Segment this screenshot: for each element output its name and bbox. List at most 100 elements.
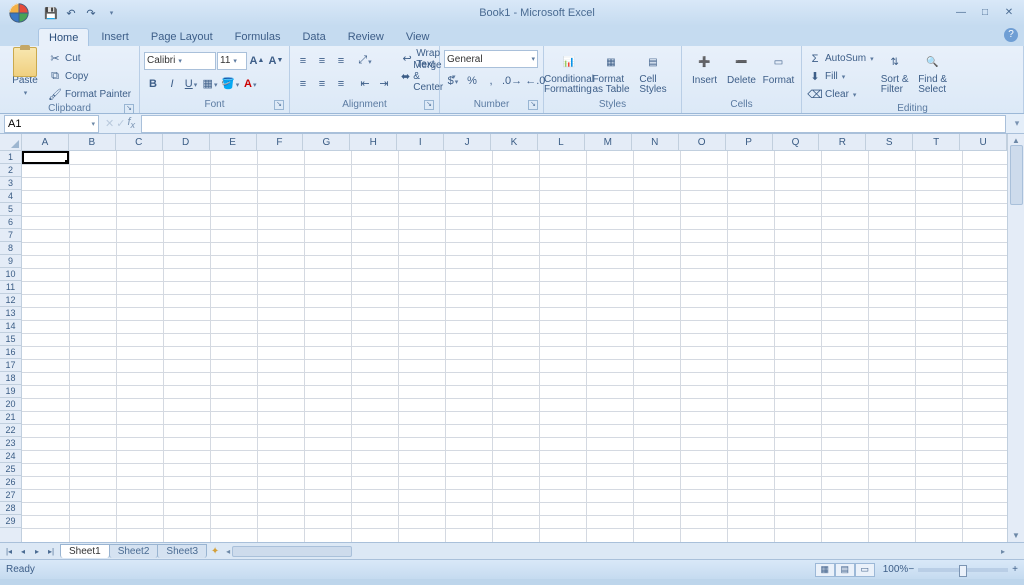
font-color-button[interactable]: A <box>241 75 259 93</box>
column-headers[interactable]: ABCDEFGHIJKLMNOPQRSTU <box>22 134 1007 151</box>
align-top-button[interactable]: ≡ <box>294 52 312 70</box>
align-left-button[interactable]: ≡ <box>294 75 312 93</box>
insert-sheet-button[interactable]: ✦ <box>206 546 224 557</box>
cut-button[interactable]: ✂Cut <box>46 50 133 67</box>
row-header[interactable]: 25 <box>0 463 21 476</box>
tab-formulas[interactable]: Formulas <box>225 28 291 46</box>
format-as-table-button[interactable]: ▦Format as Table <box>590 48 632 95</box>
row-header[interactable]: 1 <box>0 151 21 164</box>
column-header[interactable]: O <box>679 134 726 150</box>
column-header[interactable]: R <box>819 134 866 150</box>
select-all-button[interactable] <box>0 134 22 151</box>
row-headers[interactable]: 1234567891011121314151617181920212223242… <box>0 151 22 542</box>
expand-formula-bar[interactable]: ▾ <box>1010 118 1024 129</box>
zoom-in-button[interactable]: + <box>1012 564 1018 575</box>
row-header[interactable]: 4 <box>0 190 21 203</box>
underline-button[interactable]: U <box>182 75 200 93</box>
align-bottom-button[interactable]: ≡ <box>332 52 350 70</box>
row-header[interactable]: 20 <box>0 398 21 411</box>
accounting-format-button[interactable]: $ <box>444 72 462 90</box>
vscroll-thumb[interactable] <box>1010 145 1023 205</box>
horizontal-scrollbar[interactable]: ◂ ▸ <box>224 546 1007 557</box>
row-header[interactable]: 18 <box>0 372 21 385</box>
first-sheet-button[interactable]: |◂ <box>2 547 16 556</box>
font-name-combo[interactable]: Calibri▾ <box>144 52 216 70</box>
page-break-view-button[interactable]: ▭ <box>855 563 875 577</box>
alignment-dialog-launcher[interactable]: ↘ <box>424 100 434 110</box>
tab-data[interactable]: Data <box>292 28 335 46</box>
sheet-tab-sheet2[interactable]: Sheet2 <box>109 544 159 558</box>
active-cell[interactable] <box>22 151 69 164</box>
column-header[interactable]: K <box>491 134 538 150</box>
column-header[interactable]: F <box>257 134 304 150</box>
scroll-left-icon[interactable]: ◂ <box>226 547 230 556</box>
prev-sheet-button[interactable]: ◂ <box>16 547 30 556</box>
zoom-slider[interactable] <box>918 568 1008 572</box>
page-layout-view-button[interactable]: ▤ <box>835 563 855 577</box>
comma-button[interactable]: , <box>482 72 500 90</box>
name-box[interactable]: A1▾ <box>4 115 99 133</box>
clipboard-dialog-launcher[interactable]: ↘ <box>124 104 134 114</box>
tab-view[interactable]: View <box>396 28 440 46</box>
sort-filter-button[interactable]: ⇅Sort & Filter <box>876 48 914 95</box>
format-cells-button[interactable]: ▭Format <box>760 48 797 86</box>
normal-view-button[interactable]: ▦ <box>815 563 835 577</box>
zoom-level[interactable]: 100% <box>883 564 909 575</box>
fill-color-button[interactable]: 🪣 <box>220 75 240 93</box>
copy-button[interactable]: ⧉Copy <box>46 68 133 85</box>
last-sheet-button[interactable]: ▸| <box>44 547 58 556</box>
find-select-button[interactable]: 🔍Find & Select <box>914 48 952 95</box>
format-painter-button[interactable]: 🖌Format Painter <box>46 86 133 103</box>
column-header[interactable]: U <box>960 134 1007 150</box>
percent-button[interactable]: % <box>463 72 481 90</box>
column-header[interactable]: M <box>585 134 632 150</box>
column-header[interactable]: A <box>22 134 69 150</box>
sheet-tab-sheet3[interactable]: Sheet3 <box>157 544 207 558</box>
column-header[interactable]: I <box>397 134 444 150</box>
column-header[interactable]: H <box>350 134 397 150</box>
hscroll-thumb[interactable] <box>232 546 352 557</box>
cells-area[interactable] <box>22 151 1007 542</box>
qat-customize-icon[interactable] <box>102 4 120 22</box>
enter-formula-icon[interactable]: ✓ <box>116 117 125 130</box>
row-header[interactable]: 2 <box>0 164 21 177</box>
font-size-combo[interactable]: 11▾ <box>217 52 247 70</box>
zoom-out-button[interactable]: − <box>908 564 914 575</box>
fx-icon[interactable]: fx <box>127 116 135 130</box>
align-right-button[interactable]: ≡ <box>332 75 350 93</box>
paste-button[interactable]: Paste <box>4 48 46 98</box>
shrink-font-button[interactable]: A▼ <box>267 52 285 70</box>
grow-font-button[interactable]: A▲ <box>248 52 266 70</box>
tab-review[interactable]: Review <box>338 28 394 46</box>
increase-indent-button[interactable]: ⇥ <box>375 75 393 93</box>
row-header[interactable]: 5 <box>0 203 21 216</box>
row-header[interactable]: 14 <box>0 320 21 333</box>
row-header[interactable]: 17 <box>0 359 21 372</box>
column-header[interactable]: T <box>913 134 960 150</box>
help-icon[interactable]: ? <box>1004 28 1018 42</box>
italic-button[interactable]: I <box>163 75 181 93</box>
decrease-indent-button[interactable]: ⇤ <box>356 75 374 93</box>
row-header[interactable]: 23 <box>0 437 21 450</box>
scroll-up-icon[interactable]: ▲ <box>1012 136 1020 145</box>
row-header[interactable]: 21 <box>0 411 21 424</box>
row-header[interactable]: 16 <box>0 346 21 359</box>
number-dialog-launcher[interactable]: ↘ <box>528 100 538 110</box>
column-header[interactable]: Q <box>773 134 820 150</box>
column-header[interactable]: L <box>538 134 585 150</box>
row-header[interactable]: 24 <box>0 450 21 463</box>
tab-insert[interactable]: Insert <box>91 28 139 46</box>
formula-input[interactable] <box>141 115 1006 133</box>
row-header[interactable]: 22 <box>0 424 21 437</box>
fill-button[interactable]: ⬇Fill <box>806 68 876 85</box>
column-header[interactable]: N <box>632 134 679 150</box>
row-header[interactable]: 3 <box>0 177 21 190</box>
row-header[interactable]: 7 <box>0 229 21 242</box>
redo-icon[interactable]: ↷ <box>82 4 100 22</box>
delete-cells-button[interactable]: ➖Delete <box>723 48 760 86</box>
vertical-scrollbar[interactable]: ▲ ▼ <box>1007 134 1024 542</box>
column-header[interactable]: D <box>163 134 210 150</box>
number-format-combo[interactable]: General▾ <box>444 50 538 68</box>
clear-button[interactable]: ⌫Clear <box>806 86 876 103</box>
column-header[interactable]: B <box>69 134 116 150</box>
